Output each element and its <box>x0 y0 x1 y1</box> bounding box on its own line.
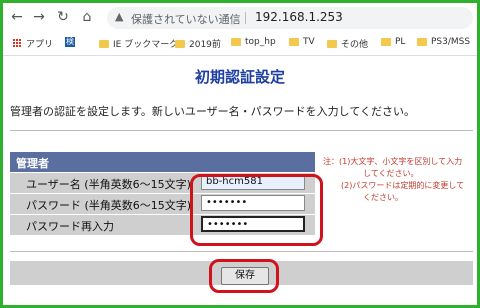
reload-icon[interactable]: ↻ <box>55 9 71 25</box>
bookmark-folder[interactable]: IE ブックマーク <box>99 37 178 50</box>
highlight-box-save <box>209 259 279 293</box>
bookmark-label: top_hp <box>245 37 276 47</box>
note-line: ください。 <box>363 193 403 202</box>
password-confirm-label: パスワード再入力 <box>26 220 114 233</box>
username-label: ユーザー名 (半角英数6～15文字) <box>26 178 191 191</box>
back-icon[interactable]: ← <box>9 9 25 25</box>
divider <box>10 130 473 131</box>
note-line: 注：(1)大文字、小文字を区別して入力 <box>323 157 463 166</box>
warning-icon[interactable]: ▲ <box>115 10 123 23</box>
folder-icon <box>289 38 299 46</box>
apps-icon <box>13 39 22 48</box>
bookmark-search[interactable]: 検 <box>65 37 75 47</box>
bookmark-folder[interactable]: 2019前 <box>175 37 221 50</box>
bookmark-folder[interactable]: TV <box>289 37 315 47</box>
bookmark-label: 2019前 <box>189 40 221 50</box>
folder-icon <box>327 39 337 48</box>
bookmark-label: PS3/MSS <box>431 37 471 47</box>
folder-icon <box>175 39 185 48</box>
folder-icon <box>381 38 391 46</box>
bookmark-label: その他 <box>341 40 369 50</box>
password-label: パスワード (半角英数6～15文字) <box>26 199 192 212</box>
page-description: 管理者の認証を設定します。新しいユーザー名・パスワードを入力してください。 <box>10 105 416 118</box>
note-text: 注：(1)大文字、小文字を区別して入力 してください。 (2)パスワードは定期的… <box>323 156 473 204</box>
kanji-icon: 検 <box>65 37 75 47</box>
note-line: してください。 <box>363 169 419 178</box>
folder-icon <box>231 38 241 46</box>
url-text[interactable]: 192.168.1.253 <box>255 10 343 24</box>
bookmark-label: TV <box>303 37 315 47</box>
section-header: 管理者 <box>10 152 315 172</box>
browser-toolbar: ← → ↻ ⌂ ▲ 保護されていない通信 192.168.1.253 <box>3 3 477 33</box>
note-line: (2)パスワードは定期的に変更して <box>341 181 465 190</box>
security-status[interactable]: 保護されていない通信 <box>131 11 241 27</box>
bookmark-apps[interactable]: アプリ <box>13 37 53 50</box>
divider <box>10 251 473 252</box>
address-separator <box>245 12 246 24</box>
bookmark-label: IE ブックマーク <box>113 40 179 50</box>
folder-icon <box>99 39 109 48</box>
folder-icon <box>417 38 427 46</box>
bookmark-label: PL <box>395 37 406 47</box>
bookmark-folder[interactable]: PS3/MSS <box>417 37 470 47</box>
address-bar[interactable]: ▲ 保護されていない通信 192.168.1.253 <box>107 7 473 29</box>
page-content: 初期認証設定 管理者の認証を設定します。新しいユーザー名・パスワードを入力してく… <box>3 56 477 305</box>
section-header-label: 管理者 <box>16 157 49 170</box>
forward-icon[interactable]: → <box>31 9 47 25</box>
page-title: 初期認証設定 <box>194 68 285 86</box>
bookmark-folder[interactable]: その他 <box>327 37 368 50</box>
home-icon[interactable]: ⌂ <box>79 9 95 25</box>
bookmark-label: アプリ <box>26 40 54 50</box>
bookmarks-bar: アプリ 検 IE ブックマーク 2019前 top_hp TV その他 PL P… <box>3 33 477 56</box>
highlight-box-fields <box>190 174 323 246</box>
bookmark-folder[interactable]: top_hp <box>231 37 276 47</box>
bookmark-folder[interactable]: PL <box>381 37 405 47</box>
